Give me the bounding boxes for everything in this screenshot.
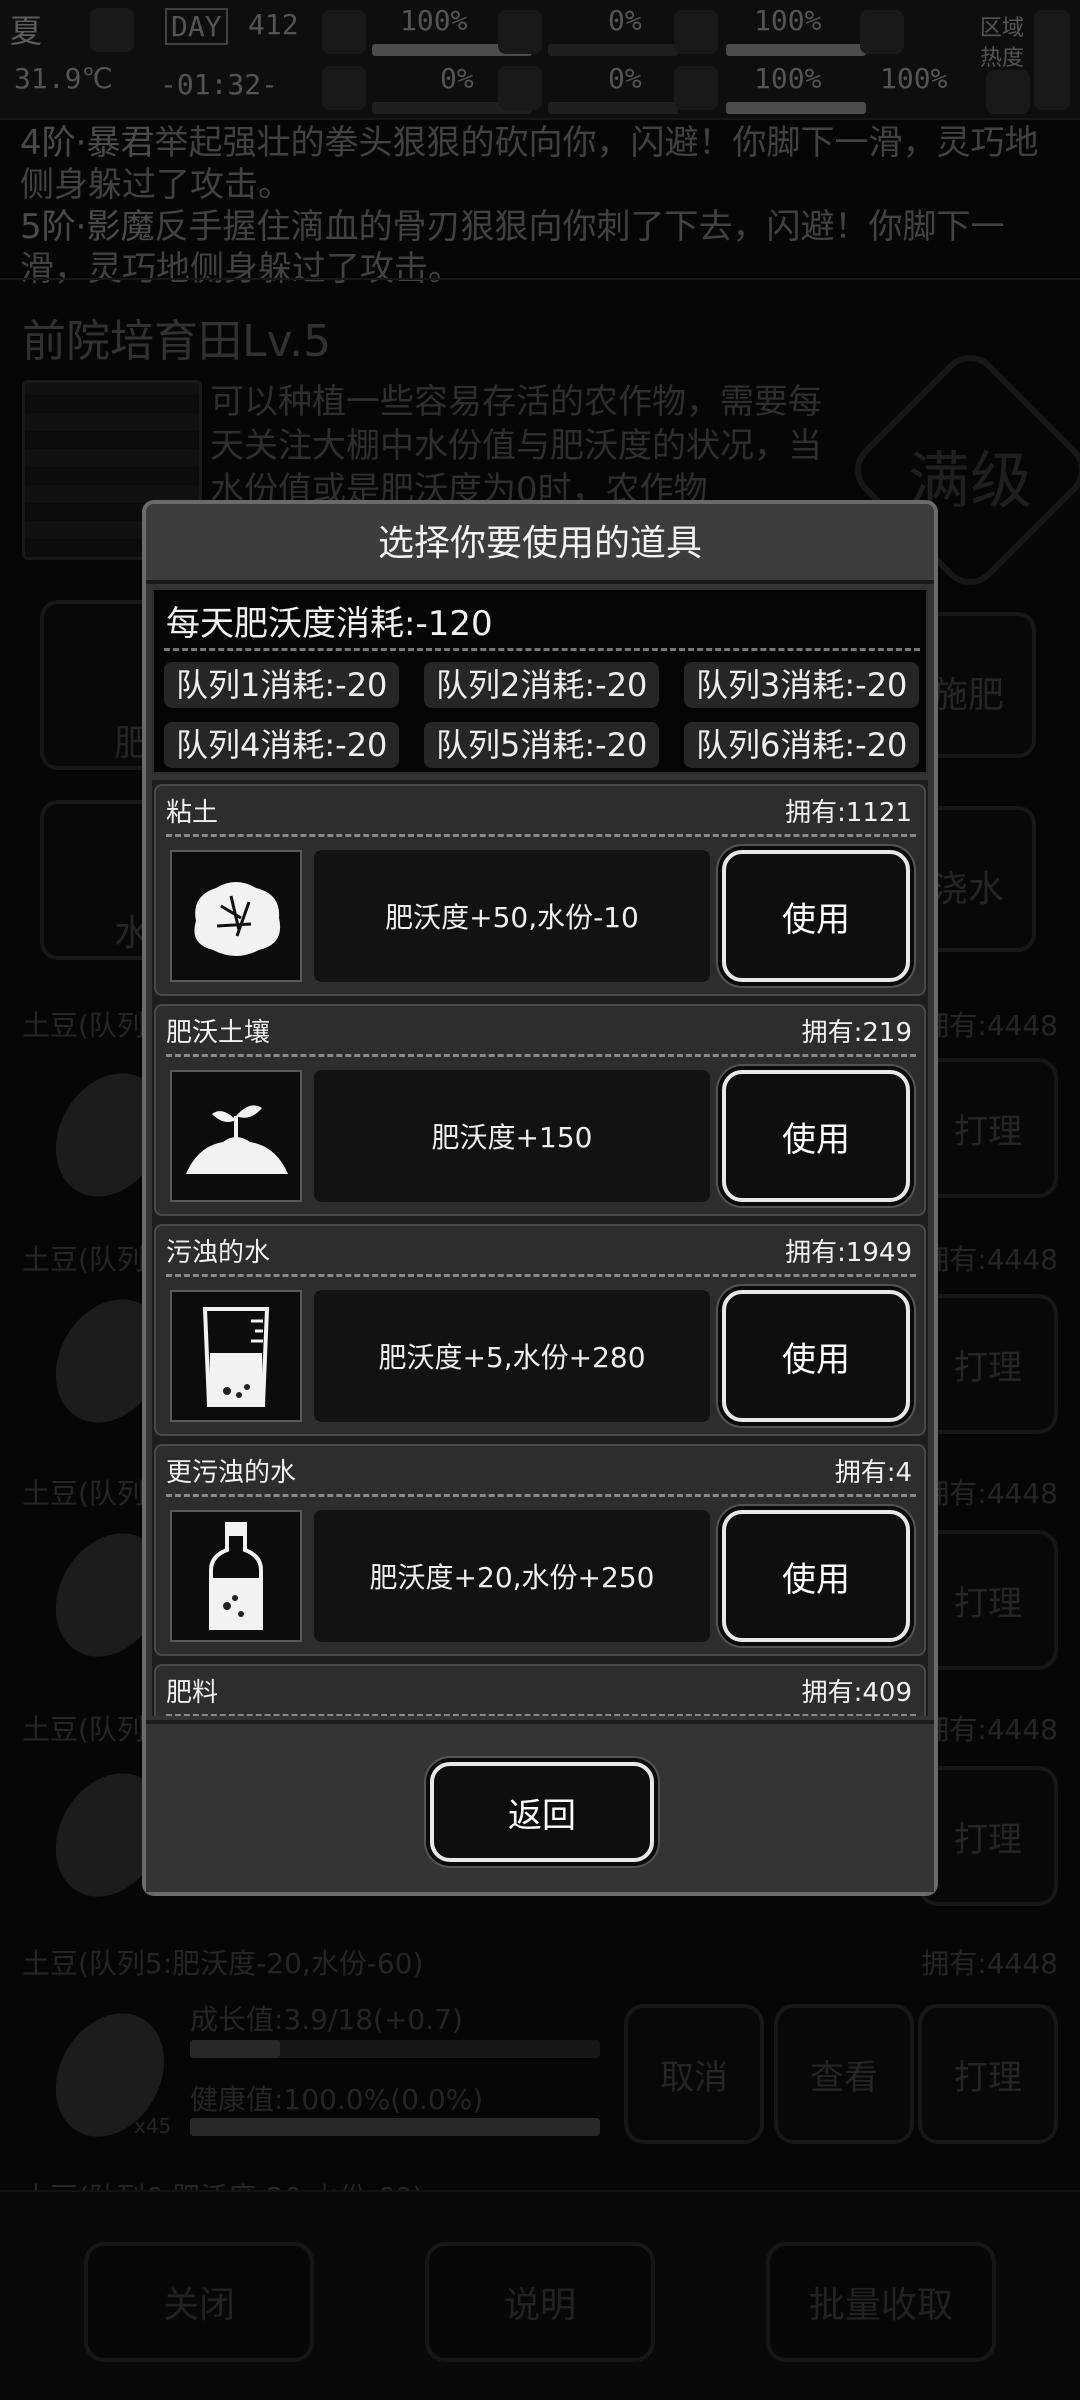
item-owned: 拥有:409 <box>801 1678 912 1708</box>
daily-consumption: 每天肥沃度消耗:-120 <box>166 604 493 644</box>
item-owned: 拥有:219 <box>801 1018 912 1048</box>
dashed-divider <box>164 648 920 651</box>
use-button[interactable]: 使用 <box>722 1290 910 1422</box>
item-select-dialog: 选择你要使用的道具 每天肥沃度消耗:-120 队列1消耗:-20 队列2消耗:-… <box>142 500 938 1896</box>
item-card-dirtier-water: 更污浊的水 拥有:4 肥沃度+20,水份+250 使用 <box>154 1444 926 1656</box>
queue-chip-1: 队列1消耗:-20 <box>164 662 400 708</box>
queue-chip-6: 队列6消耗:-20 <box>684 722 920 768</box>
item-name: 肥沃土壤 <box>166 1018 271 1048</box>
item-card-dirty-water: 污浊的水 拥有:1949 肥沃度+5,水份+280 使用 <box>154 1224 926 1436</box>
item-effect: 肥沃度+150 <box>314 1070 710 1202</box>
item-effect: 肥沃度+50,水份-10 <box>314 850 710 982</box>
bottle-icon <box>170 1510 302 1642</box>
use-button[interactable]: 使用 <box>722 1070 910 1202</box>
item-name: 肥料 <box>166 1678 219 1708</box>
queue-chip-2: 队列2消耗:-20 <box>424 662 660 708</box>
queue-chip-3: 队列3消耗:-20 <box>684 662 920 708</box>
queue-chip-5: 队列5消耗:-20 <box>424 722 660 768</box>
item-card-clay: 粘土 拥有:1121 肥沃度+50,水份-10 使用 <box>154 784 926 996</box>
dashed-divider <box>166 834 916 837</box>
item-name: 粘土 <box>166 798 219 828</box>
back-button[interactable]: 返回 <box>430 1762 654 1862</box>
dashed-divider <box>166 1054 916 1057</box>
use-button[interactable]: 使用 <box>722 850 910 982</box>
beaker-icon <box>170 1290 302 1422</box>
sprout-soil-icon <box>170 1070 302 1202</box>
queue-chip-4: 队列4消耗:-20 <box>164 722 400 768</box>
dashed-divider <box>166 1494 916 1497</box>
item-owned: 拥有:1121 <box>785 798 912 828</box>
dialog-footer: 返回 <box>146 1720 934 1892</box>
item-owned: 拥有:1949 <box>785 1238 912 1268</box>
use-button[interactable]: 使用 <box>722 1510 910 1642</box>
consumption-summary: 每天肥沃度消耗:-120 队列1消耗:-20 队列2消耗:-20 队列3消耗:-… <box>152 588 928 774</box>
item-owned: 拥有:4 <box>834 1458 912 1488</box>
dialog-title: 选择你要使用的道具 <box>146 504 934 584</box>
item-effect: 肥沃度+20,水份+250 <box>314 1510 710 1642</box>
item-name: 污浊的水 <box>166 1238 271 1268</box>
clay-icon <box>170 850 302 982</box>
item-name: 更污浊的水 <box>166 1458 297 1488</box>
item-list[interactable]: 粘土 拥有:1121 肥沃度+50,水份-10 使用 肥沃土壤 拥有:219 肥… <box>152 780 928 1716</box>
item-card-fertile-soil: 肥沃土壤 拥有:219 肥沃度+150 使用 <box>154 1004 926 1216</box>
item-card-fertilizer: 肥料 拥有:409 <box>154 1664 926 1716</box>
item-effect: 肥沃度+5,水份+280 <box>314 1290 710 1422</box>
dashed-divider <box>166 1274 916 1277</box>
dashed-divider <box>166 1714 916 1716</box>
